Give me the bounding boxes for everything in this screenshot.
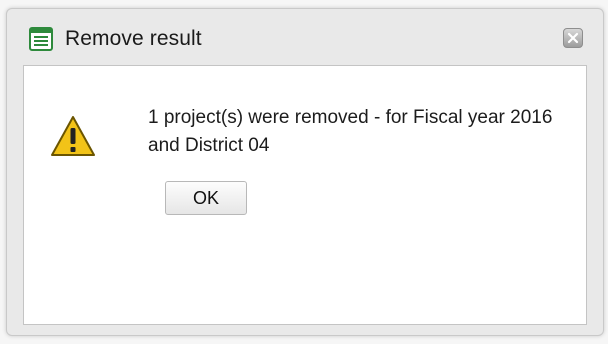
close-button[interactable] [563, 28, 583, 48]
dialog-title: Remove result [65, 27, 202, 50]
ok-button[interactable]: OK [165, 181, 247, 215]
dialog-message: 1 project(s) were removed - for Fiscal y… [148, 107, 553, 156]
dialog-titlebar: Remove result [7, 9, 603, 65]
remove-result-dialog: Remove result 1 project(s) were removed … [6, 8, 604, 336]
close-icon [567, 32, 579, 44]
warning-triangle-icon [50, 114, 96, 158]
dialog-content: 1 project(s) were removed - for Fiscal y… [23, 65, 587, 325]
list-document-icon [29, 27, 53, 51]
